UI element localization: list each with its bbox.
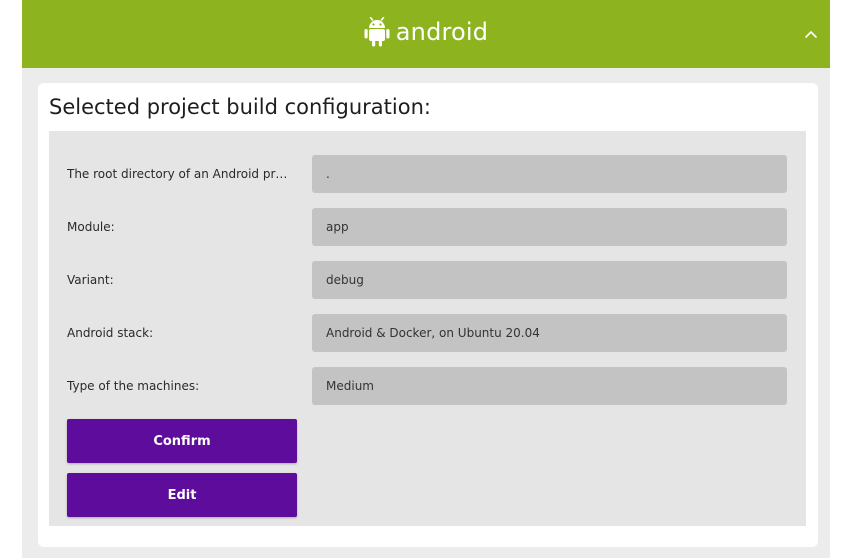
root-directory-label: The root directory of an Android pr… xyxy=(67,167,288,181)
module-field[interactable]: app xyxy=(312,208,787,246)
android-robot-icon xyxy=(364,17,390,47)
config-panel: The root directory of an Android pr… . M… xyxy=(49,131,806,526)
config-row-module: Module: app xyxy=(49,208,806,246)
config-row-root-directory: The root directory of an Android pr… . xyxy=(49,155,806,193)
variant-label: Variant: xyxy=(67,273,114,287)
brand-wordmark: android xyxy=(395,18,489,46)
confirm-button[interactable]: Confirm xyxy=(67,419,297,463)
machine-type-label: Type of the machines: xyxy=(67,379,200,393)
header-bar: android xyxy=(22,0,830,68)
android-stack-label: Android stack: xyxy=(67,326,154,340)
variant-field[interactable]: debug xyxy=(312,261,787,299)
module-label: Module: xyxy=(67,220,115,234)
chevron-up-icon[interactable] xyxy=(802,26,820,44)
config-row-variant: Variant: debug xyxy=(49,261,806,299)
page-title: Selected project build configuration: xyxy=(49,95,431,119)
app-frame: android Selected project build configura… xyxy=(22,0,830,558)
machine-type-field[interactable]: Medium xyxy=(312,367,787,405)
config-row-machine-type: Type of the machines: Medium xyxy=(49,367,806,405)
build-config-card: Selected project build configuration: Th… xyxy=(38,83,818,547)
config-row-android-stack: Android stack: Android & Docker, on Ubun… xyxy=(49,314,806,352)
android-stack-field[interactable]: Android & Docker, on Ubuntu 20.04 xyxy=(312,314,787,352)
edit-button[interactable]: Edit xyxy=(67,473,297,517)
brand: android xyxy=(22,15,830,49)
root-directory-field[interactable]: . xyxy=(312,155,787,193)
